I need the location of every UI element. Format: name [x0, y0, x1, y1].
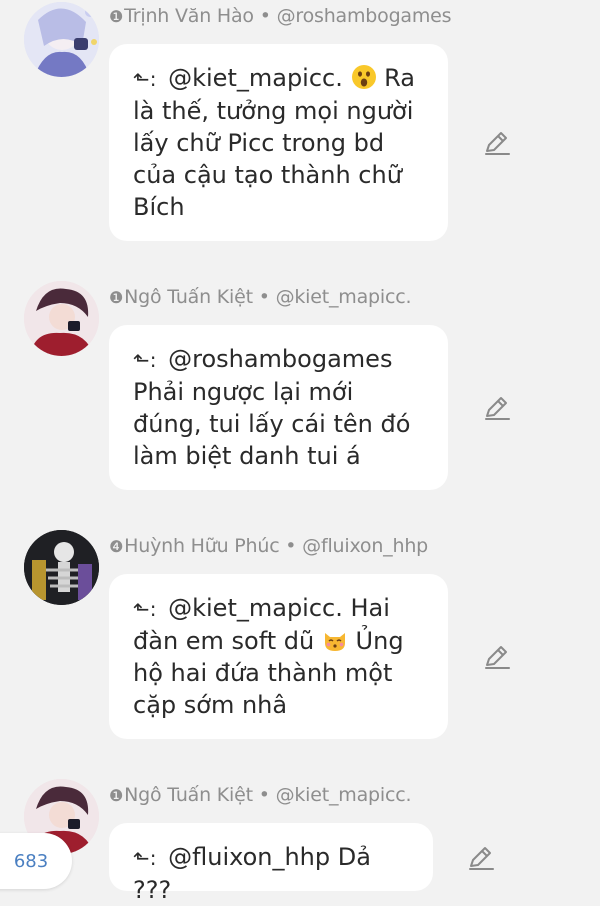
author-handle[interactable]: @kiet_mapicc.	[276, 784, 412, 806]
reply-hook-icon: ⬑:	[133, 597, 157, 621]
pencil-icon[interactable]	[483, 643, 511, 671]
reply-mention[interactable]: @fluixon_hhp	[168, 843, 330, 871]
separator-dot: •	[258, 286, 270, 308]
author-handle[interactable]: @kiet_mapicc.	[276, 286, 412, 308]
comment-bubble[interactable]: ⬑: @roshambogames Phải ngược lại mới đún…	[109, 325, 448, 490]
reply-hook-icon: ⬑:	[133, 67, 157, 91]
pencil-icon[interactable]	[483, 129, 511, 157]
reply-mention[interactable]: @kiet_mapicc.	[168, 594, 343, 622]
comment-bubble[interactable]: ⬑: @kiet_mapicc. Ra là thế, tưởng mọi ng…	[109, 44, 448, 241]
separator-dot: •	[259, 5, 271, 27]
author-handle[interactable]: @fluixon_hhp	[302, 535, 428, 557]
pencil-icon[interactable]	[483, 394, 511, 422]
astonished-face-emoji	[351, 65, 376, 89]
comment-text: Phải ngược lại mới đúng, tui lấy cái tên…	[133, 378, 411, 470]
rank-badge: ❶	[109, 7, 124, 26]
avatar[interactable]	[24, 530, 99, 605]
avatar[interactable]	[24, 281, 99, 356]
reply-hook-icon: ⬑:	[133, 846, 157, 870]
comment-count-badge[interactable]: 683	[0, 833, 72, 889]
comment-count: 683	[13, 850, 49, 872]
comment-meta: ❶Ngô Tuấn Kiệt • @kiet_mapicc.	[109, 784, 412, 806]
reply-hook-icon: ⬑:	[133, 348, 157, 372]
author-name[interactable]: Trịnh Văn Hào	[124, 5, 254, 27]
comment-bubble[interactable]: ⬑: @kiet_mapicc. Hai đàn em soft dũ Ủng …	[109, 574, 448, 739]
comment-meta: ❶Ngô Tuấn Kiệt • @kiet_mapicc.	[109, 286, 412, 308]
author-handle[interactable]: @roshambogames	[277, 5, 452, 27]
author-name[interactable]: Ngô Tuấn Kiệt	[124, 784, 253, 806]
rank-badge: ❶	[109, 288, 124, 307]
separator-dot: •	[285, 535, 297, 557]
author-name[interactable]: Ngô Tuấn Kiệt	[124, 286, 253, 308]
kissing-cat-emoji	[324, 633, 345, 651]
comment-meta: ❶Trịnh Văn Hào • @roshambogames	[109, 5, 452, 27]
rank-badge: ❹	[109, 537, 124, 556]
comment-bubble[interactable]: ⬑: @fluixon_hhp Dả ???	[109, 823, 433, 904]
reply-mention[interactable]: @roshambogames	[168, 345, 392, 373]
reply-mention[interactable]: @kiet_mapicc.	[168, 64, 343, 92]
rank-badge: ❶	[109, 786, 124, 805]
separator-dot: •	[258, 784, 270, 806]
pencil-icon[interactable]	[467, 844, 495, 872]
author-name[interactable]: Huỳnh Hữu Phúc	[124, 535, 279, 557]
avatar[interactable]	[24, 2, 99, 77]
comment-meta: ❹Huỳnh Hữu Phúc • @fluixon_hhp	[109, 535, 428, 557]
